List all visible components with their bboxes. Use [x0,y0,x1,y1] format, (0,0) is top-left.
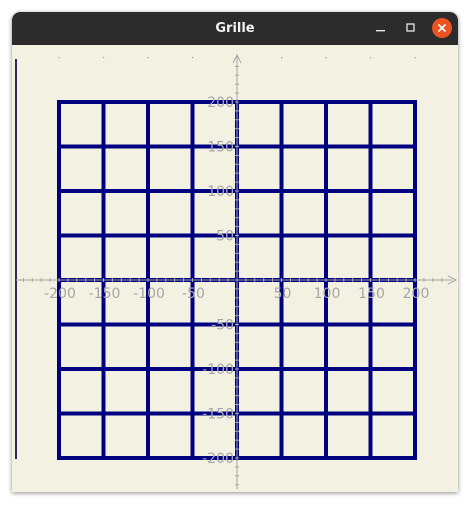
y-tick-label: 50 [216,229,234,245]
grid-dot [58,57,60,59]
title-bar[interactable]: Grille [12,12,458,45]
y-tick-label: 100 [207,184,234,200]
x-tick-label: 100 [314,286,341,302]
minimize-icon [376,30,385,32]
x-tick-label: 50 [274,286,292,302]
y-tick-label: -50 [211,318,234,334]
x-tick-label: -200 [44,286,76,302]
x-tick-label: 200 [403,286,430,302]
grid-dot [370,57,372,59]
x-tick-label: 150 [358,286,385,302]
y-tick-label: 200 [207,95,234,111]
grid-dot [147,57,149,59]
grid-dot [414,57,416,59]
close-button[interactable] [432,18,452,38]
x-tick-label: -100 [133,286,165,302]
grid-dot [192,57,194,59]
grid-dot [325,57,327,59]
drawing-canvas[interactable]: -200 -150 -100 -50 50 100 150 200 200 150 100 50 -50… [12,45,458,492]
app-window: Grille -200 -150 -100 -50 50 100 150 200 200 150 1… [12,12,458,492]
maximize-icon [406,23,415,32]
grid-dot [281,57,283,59]
y-tick-label: -100 [202,362,234,378]
x-tick-label: -150 [89,286,121,302]
y-tick-label: -150 [202,407,234,423]
y-tick-label: 150 [207,140,234,156]
y-tick-label: -200 [202,451,234,467]
maximize-button[interactable] [401,18,421,38]
x-tick-label: -50 [182,286,205,302]
close-icon [437,23,447,33]
minimize-button[interactable] [371,18,391,38]
grid-plot: -200 -150 -100 -50 50 100 150 200 200 150 100 50 -50… [15,53,458,489]
window-title: Grille [215,21,255,36]
grid-dot [103,57,105,59]
